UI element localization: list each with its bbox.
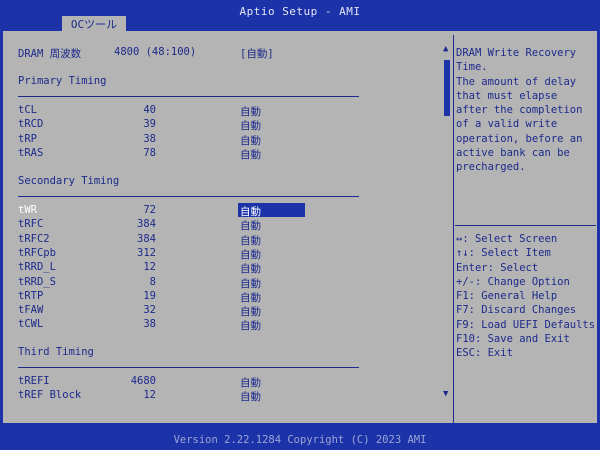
help-line: after the completion: [456, 104, 583, 117]
setting-option[interactable]: 自動: [240, 218, 261, 233]
setting-option[interactable]: 自動: [240, 389, 261, 404]
setting-label: tRP: [18, 132, 37, 145]
scroll-down-arrow-icon[interactable]: ▼: [443, 389, 448, 399]
setting-value: 40: [143, 104, 156, 116]
section-divider: [18, 96, 359, 97]
setting-label: tRRD_S: [18, 275, 56, 288]
setting-value: 312: [137, 246, 156, 259]
setting-value: 72: [143, 204, 156, 216]
setting-label: tRRD_L: [18, 261, 56, 274]
help-description: DRAM Write Recovery Time. The amount of de…: [456, 46, 582, 175]
setting-label: tRFCpb: [18, 246, 56, 259]
footer-version: Version 2.22.1284 Copyright (C) 2023 AMI: [0, 430, 600, 450]
section-secondary-timing: Secondary Timing: [18, 175, 120, 187]
setting-label: tWR: [18, 204, 37, 216]
help-line: of a valid write: [456, 118, 558, 131]
setting-option[interactable]: 自動: [240, 290, 261, 305]
setting-value: 8: [149, 275, 156, 288]
setting-value: 384: [137, 232, 156, 245]
setting-option[interactable]: 自動: [240, 233, 261, 248]
key-help-line: ↑↓: Select Item: [456, 247, 551, 260]
section-primary-timing: Primary Timing: [18, 75, 107, 87]
setting-option[interactable]: 自動: [240, 118, 261, 133]
setting-label: tFAW: [18, 304, 44, 317]
help-line: that must elapse: [456, 89, 558, 102]
section-divider: [18, 367, 359, 368]
setting-value: 78: [143, 146, 156, 159]
setting-option[interactable]: 自動: [240, 104, 261, 119]
setting-value: 4800 (48:100): [114, 46, 197, 58]
setting-label: tRTP: [18, 289, 44, 302]
panel-divider: [453, 35, 454, 423]
setting-label: tRCD: [18, 118, 44, 131]
section-divider: [18, 196, 359, 197]
setting-value: 38: [143, 132, 156, 145]
setting-value: 12: [143, 261, 156, 274]
setting-value: 39: [143, 118, 156, 131]
setting-option[interactable]: 自動: [240, 276, 261, 291]
scrollbar-thumb[interactable]: [444, 60, 450, 116]
help-line: active bank can be: [456, 147, 570, 160]
setting-option[interactable]: 自動: [240, 304, 261, 319]
title-bar: Aptio Setup - AMI OCツール: [0, 0, 600, 31]
key-help-line: F10: Save and Exit: [456, 333, 570, 346]
setting-option[interactable]: 自動: [240, 147, 261, 162]
scroll-up-arrow-icon[interactable]: ▲: [443, 44, 448, 54]
setting-label: DRAM 周波数: [18, 48, 82, 60]
help-line: The amount of delay: [456, 75, 577, 88]
setting-value: 12: [143, 389, 156, 402]
setting-label: tCWL: [18, 318, 44, 331]
key-help-line: F9: Load UEFI Defaults: [456, 318, 596, 331]
setting-option[interactable]: 自動: [240, 318, 261, 333]
key-help-line: Enter: Select: [456, 261, 539, 274]
key-help-line: ESC: Exit: [456, 347, 513, 360]
setting-label: tCL: [18, 104, 37, 116]
setting-value: 384: [137, 218, 156, 231]
setting-option[interactable]: 自動: [240, 204, 261, 219]
setting-option[interactable]: [自動]: [240, 46, 274, 61]
setting-option[interactable]: 自動: [240, 247, 261, 262]
help-divider: [455, 225, 596, 226]
setting-label: tREF Block: [18, 389, 82, 402]
help-line: Time.: [456, 61, 488, 74]
setting-option[interactable]: 自動: [240, 261, 261, 276]
help-line: DRAM Write Recovery: [456, 47, 577, 59]
setting-label: tRAS: [18, 146, 44, 159]
setting-option[interactable]: 自動: [240, 375, 261, 390]
setting-value: 32: [143, 304, 156, 317]
key-help-list: ↔: Select Screen ↑↓: Select Item Enter: Se…: [456, 232, 595, 361]
section-third-timing: Third Timing: [18, 346, 94, 358]
key-help-line: F1: General Help: [456, 290, 558, 303]
setting-label: tRFC: [18, 218, 44, 231]
setting-value: 4680: [130, 375, 156, 387]
setting-option[interactable]: 自動: [240, 133, 261, 148]
key-help-line: F7: Discard Changes: [456, 304, 577, 317]
setting-value: 19: [143, 289, 156, 302]
tab-oc-tool[interactable]: OCツール: [62, 16, 126, 31]
help-line: precharged.: [456, 161, 526, 174]
key-help-line: ↔: Select Screen: [456, 233, 558, 245]
setting-value: 38: [143, 318, 156, 331]
setting-label: tREFI: [18, 375, 50, 387]
setting-label: tRFC2: [18, 232, 50, 245]
help-line: operation, before an: [456, 132, 583, 145]
key-help-line: +/-: Change Option: [456, 275, 570, 288]
